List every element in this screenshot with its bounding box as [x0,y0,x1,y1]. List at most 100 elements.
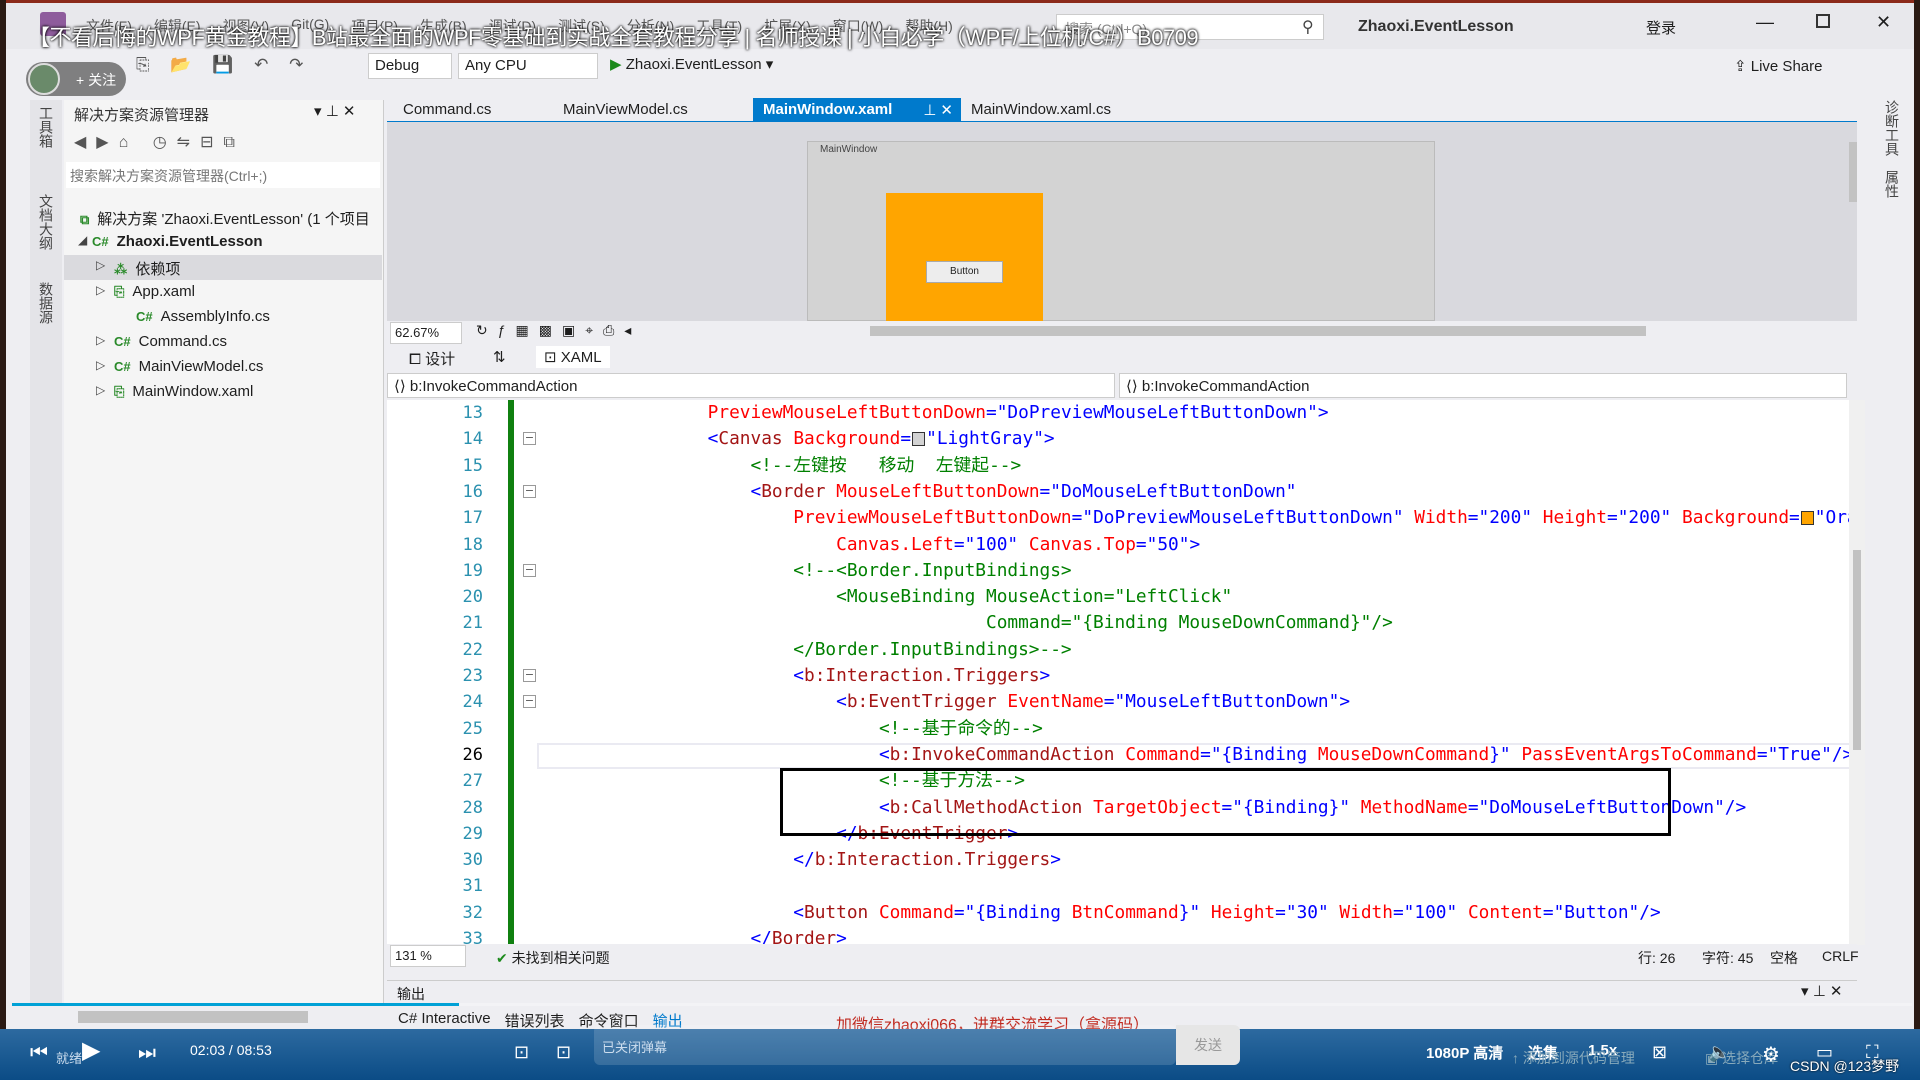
follow-button[interactable]: + 关注 [26,62,126,96]
minimize-button[interactable]: — [1756,12,1774,33]
nav-right-dropdown[interactable]: ⟨⟩ b:InvokeCommandAction [1119,373,1847,398]
code-token: =" [1275,901,1297,923]
fold-toggle-icon[interactable]: − [523,563,536,577]
expand-arrow-icon[interactable]: ▷ [96,258,105,272]
solution-search-input[interactable]: 搜索解决方案资源管理器(Ctrl+;) [66,162,380,188]
project-title: Zhaoxi.EventLesson [1358,18,1514,35]
tree-item[interactable]: C# AssemblyInfo.cs [64,305,382,330]
code-line: 14 − <Canvas Background= "LightGray"> [387,426,1849,452]
issues-status[interactable]: ✔ 未找到相关问题 [496,948,610,968]
playback-progress-fill [12,1003,459,1006]
designer-zoom-dropdown[interactable]: 62.67% [390,322,462,344]
designer-tool-icons[interactable]: ↻ƒ▦▩▣⌖⎙◂ [476,322,641,339]
code-token: LightGray [936,428,1034,450]
play-button[interactable]: ▶ [82,1036,100,1065]
code-token: DoPreviewMouseLeftButtonDown [1093,507,1393,529]
danmaku-toggle-icon[interactable]: ⊡ [514,1042,529,1063]
csdn-watermark: CSDN @123梦野 [1790,1058,1900,1074]
tree-item[interactable]: ▷ ⎘ App.xaml [64,280,382,305]
panel-controls[interactable]: ▾ ⊥ ✕ [314,102,356,120]
quality-button[interactable]: 1080P 高清 [1426,1042,1503,1063]
code-token: Button [1564,901,1629,923]
fold-toggle-icon[interactable]: − [523,695,536,709]
code-editor[interactable]: 13 PreviewMouseLeftButtonDown="DoPreview… [387,400,1849,945]
code-token: </Border.InputBindings>--> [793,638,1072,660]
code-token: b:Interaction.Triggers [814,849,1051,871]
configuration-dropdown[interactable]: Debug [368,53,452,79]
horizontal-scrollbar[interactable] [78,1011,308,1023]
code-token: =" [1542,901,1565,923]
tree-item[interactable]: ⧉ 解决方案 'Zhaoxi.EventLesson' (1 个项目 [64,205,382,230]
close-tab-icon[interactable]: ⊥ ✕ [923,101,953,119]
playback-progress[interactable] [12,1003,1912,1006]
left-vertical-tab[interactable]: 文档大纲 [36,194,56,250]
tree-item-label: MainViewModel.cs [138,358,264,375]
expand-arrow-icon[interactable]: ▷ [96,333,105,347]
xaml-designer[interactable]: MainWindow Button [387,122,1857,323]
editor-zoom-dropdown[interactable]: 131 % [390,945,466,967]
previous-button[interactable]: ⏮ [30,1042,48,1065]
tab-command-cs[interactable]: Command.cs [393,98,553,123]
maximize-button[interactable] [1816,14,1830,28]
code-token: "/> [1714,796,1747,818]
danmaku-settings-icon[interactable]: ⊡ [556,1042,571,1063]
fold-toggle-icon[interactable]: − [523,669,536,682]
code-text: <b:EventTrigger EventName="MouseLeftButt… [622,689,1350,715]
fold-toggle-icon[interactable]: − [523,432,536,446]
designer-button[interactable]: Button [926,261,1003,283]
tab-mainwindow-xaml-cs[interactable]: MainWindow.xaml.cs [961,98,1161,123]
code-token: </ [793,849,815,871]
tab-design[interactable]: ⧠ 设计 [409,348,455,369]
login-link[interactable]: 登录 [1646,17,1676,38]
designer-vscrollbar[interactable] [1849,142,1857,202]
fold-toggle-icon[interactable]: − [523,484,536,498]
tree-item[interactable]: ◢ C# Zhaoxi.EventLesson [64,230,382,255]
designer-hscrollbar[interactable] [870,326,1646,336]
designer-border[interactable]: Button [886,193,1043,323]
left-vertical-tab[interactable]: 工具箱 [36,106,56,148]
scroll-thumb[interactable] [1853,550,1861,750]
volume-icon[interactable]: 🔈 [1708,1042,1730,1063]
code-token: {Binding [1221,743,1318,765]
designer-window: MainWindow Button [807,141,1435,323]
send-button[interactable]: 发送 [1176,1025,1240,1065]
tab-mainviewmodel-cs[interactable]: MainViewModel.cs [553,98,753,123]
source-control-status[interactable]: ↑ 添加到源代码管理 [1512,1048,1635,1068]
expand-arrow-icon[interactable]: ▷ [96,383,105,397]
expand-arrow-icon[interactable]: ◢ [78,233,87,247]
close-button[interactable]: ✕ [1876,12,1891,33]
tab-mainwindow-xaml[interactable]: MainWindow.xaml ⊥ ✕ [753,98,961,123]
right-vertical-tab[interactable]: 诊断工具 [1882,100,1902,156]
subtitle-icon[interactable]: ⊠ [1652,1042,1667,1063]
output-tab[interactable]: C# Interactive [398,1010,491,1031]
output-tab[interactable]: 错误列表 [505,1010,565,1031]
platform-dropdown[interactable]: Any CPU [458,53,598,79]
live-share-label: Live Share [1750,58,1823,75]
right-vertical-tab[interactable]: 属性 [1882,170,1902,198]
se-toolbar[interactable]: ◀▶⌂ ◷⇋⊟⧉ [74,132,245,152]
danmaku-input[interactable]: 已关闭弹幕 [594,1025,1176,1065]
settings-icon[interactable]: ⚙ [1762,1042,1780,1067]
output-panel-controls[interactable]: ▾ ⊥ ✕ [1801,982,1843,1000]
expand-arrow-icon[interactable]: ▷ [96,283,105,297]
left-vertical-tab[interactable]: 数据源 [36,282,56,324]
editor-vscrollbar[interactable] [1849,400,1865,945]
tree-item[interactable]: ▷ ⎘ MainWindow.xaml [64,380,382,405]
code-token: DoPreviewMouseLeftButtonDown [1007,402,1308,423]
start-debug-button[interactable]: ▶ Zhaoxi.EventLesson ▾ [610,55,773,73]
toolbar-icons[interactable]: ⎘ 📂 💾 ↶ ↷ [136,55,311,75]
swap-panes-icon[interactable]: ⇅ [493,348,506,366]
next-button[interactable]: ⏭ [138,1042,156,1065]
tree-item[interactable]: ▷ ⁂ 依赖项 [64,255,382,280]
tree-item[interactable]: ▷ C# Command.cs [64,330,382,355]
tree-item[interactable]: ▷ C# MainViewModel.cs [64,355,382,380]
expand-arrow-icon[interactable]: ▷ [96,358,105,372]
code-token: "> [1307,402,1329,423]
tab-xaml[interactable]: ⊡ XAML [536,346,610,368]
live-share-button[interactable]: ⇪ Live Share [1734,57,1822,75]
code-token: Background [793,428,901,450]
nav-left-dropdown[interactable]: ⟨⟩ b:InvokeCommandAction [387,373,1115,398]
